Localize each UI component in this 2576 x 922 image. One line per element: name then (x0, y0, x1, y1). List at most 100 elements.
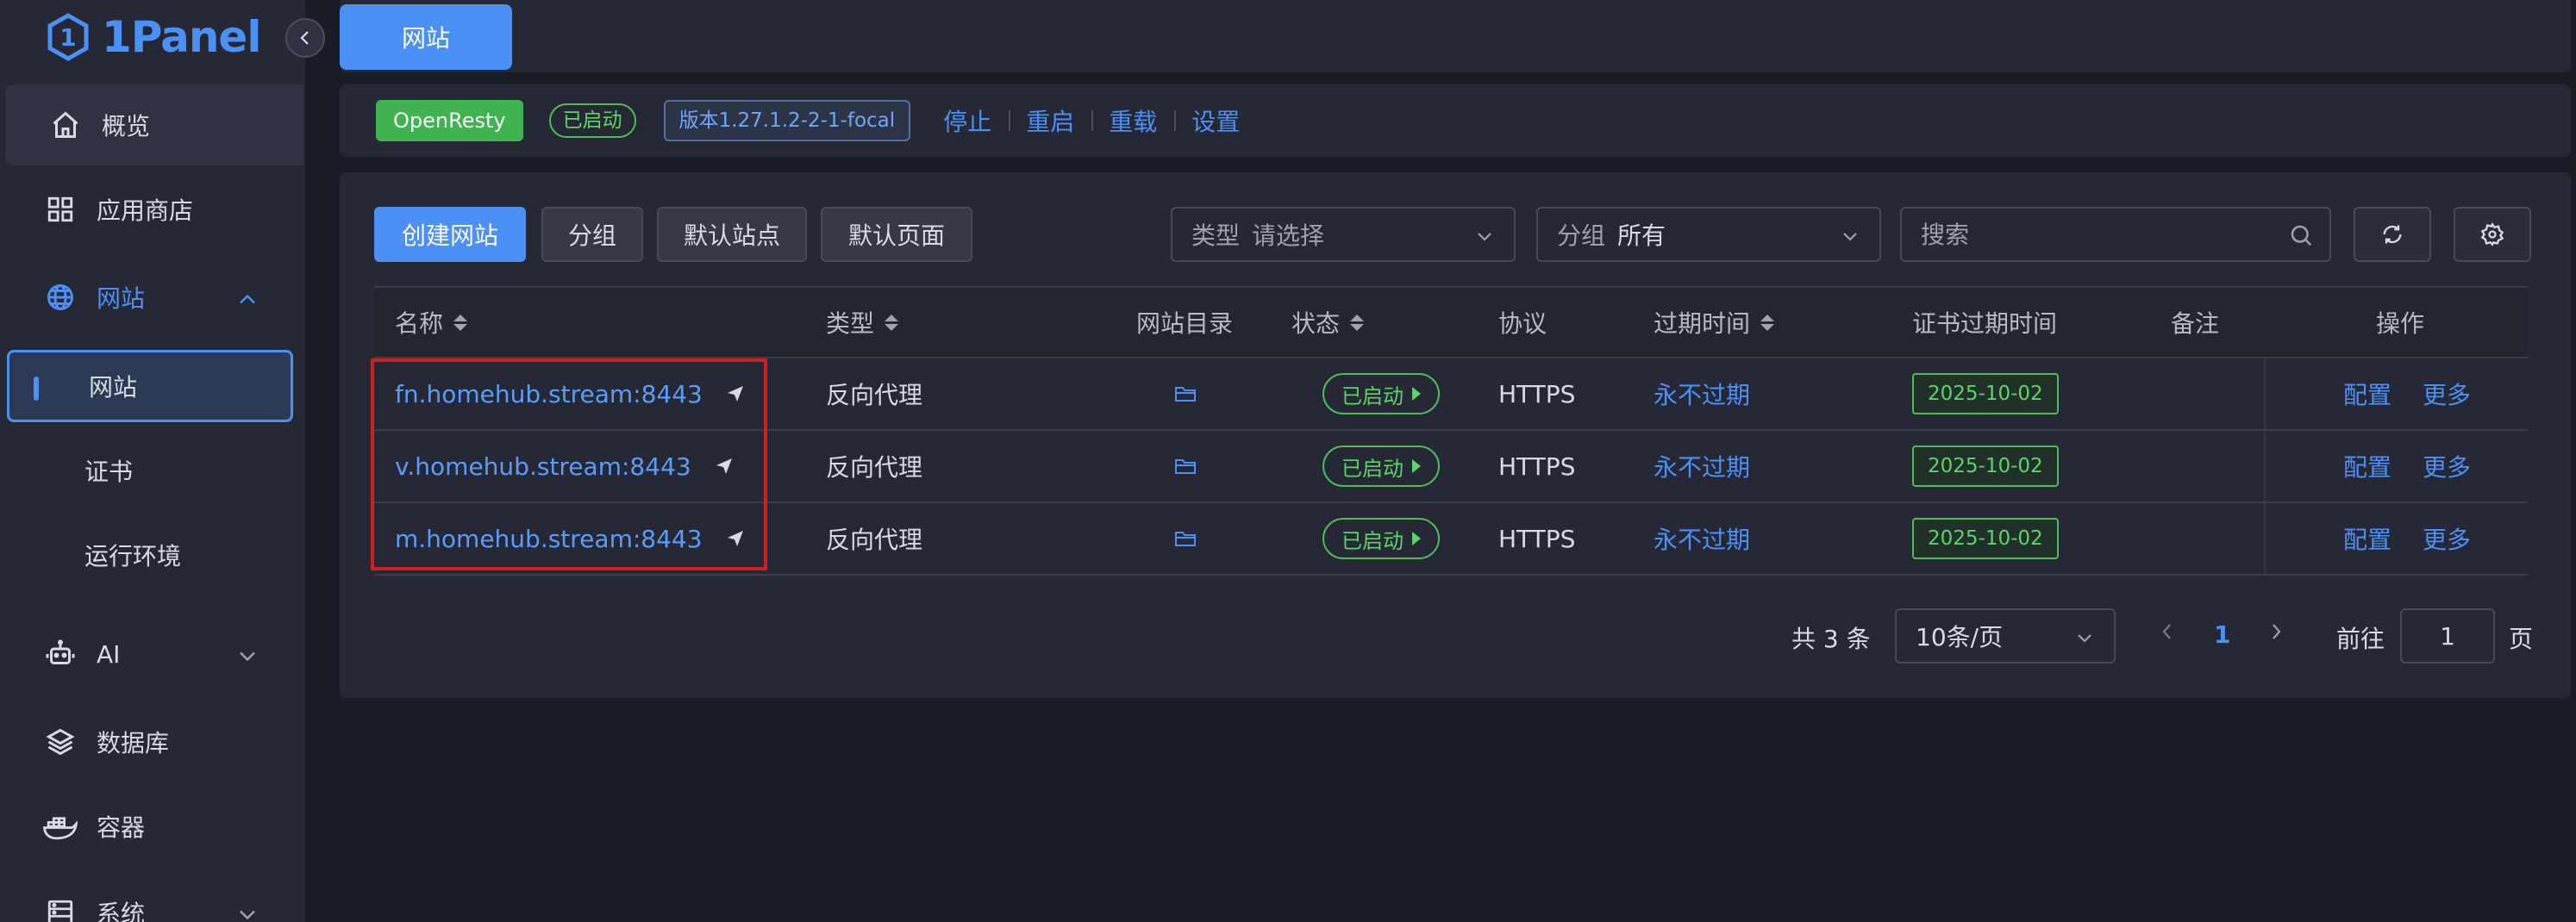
header-expire-label: 过期时间 (1654, 309, 1751, 338)
site-name-cell: v.homehub.stream:8443 (395, 431, 735, 501)
search-input[interactable] (1902, 209, 2329, 260)
header-type-label: 类型 (826, 309, 875, 338)
type-select[interactable]: 类型 请选择 (1171, 207, 1516, 262)
status-toggle-button[interactable]: 已启动 (1322, 518, 1440, 559)
home-icon (48, 108, 83, 142)
status-toggle-button[interactable]: 已启动 (1322, 445, 1440, 487)
header-name-label: 名称 (395, 309, 444, 338)
folder-icon[interactable] (1174, 431, 1197, 501)
table-header: 名称 类型 网站目录 状态 协议 过期时间 证书过期时间 备注 操作 (374, 286, 2528, 358)
sidebar-item-ai[interactable]: AI (0, 614, 305, 695)
layers-icon (43, 725, 78, 759)
site-name-link[interactable]: m.homehub.stream:8443 (395, 525, 703, 553)
prev-page-button[interactable] (2159, 620, 2176, 649)
default-site-button[interactable]: 默认站点 (657, 207, 807, 262)
cert-expire-cell: 2025-10-02 (1912, 503, 2059, 574)
stop-button[interactable]: 停止 (926, 103, 1009, 138)
chevron-down-icon (1840, 224, 1860, 252)
refresh-button[interactable] (2354, 207, 2431, 262)
sidebar-collapse-button[interactable] (285, 18, 325, 58)
send-icon[interactable] (714, 456, 735, 477)
site-name-link[interactable]: fn.homehub.stream:8443 (395, 380, 703, 408)
site-type-cell: 反向代理 (826, 526, 923, 554)
sidebar-subitem-runtime[interactable]: 运行环境 (0, 520, 305, 589)
default-page-button[interactable]: 默认页面 (821, 207, 972, 262)
site-status-cell: 已启动 (1322, 358, 1440, 429)
tab-bar: 网站 (340, 0, 2571, 72)
sidebar-item-overview[interactable]: 概览 (5, 84, 303, 165)
more-link[interactable]: 更多 (2423, 358, 2471, 429)
sidebar-item-website[interactable]: 网站 (0, 257, 305, 338)
play-icon (1412, 459, 1421, 473)
restart-button[interactable]: 重启 (1009, 103, 1091, 138)
grid-icon (43, 192, 78, 227)
more-link[interactable]: 更多 (2423, 503, 2471, 574)
more-link[interactable]: 更多 (2423, 431, 2471, 501)
chevron-down-icon (2074, 626, 2095, 654)
play-icon (1412, 532, 1421, 545)
send-icon[interactable] (725, 383, 746, 404)
send-icon[interactable] (725, 528, 746, 549)
sidebar-item-app-store[interactable]: 应用商店 (0, 169, 305, 250)
header-remark: 备注 (2171, 309, 2220, 338)
create-website-button[interactable]: 创建网站 (374, 207, 526, 262)
folder-icon[interactable] (1174, 358, 1197, 429)
config-link[interactable]: 配置 (2343, 431, 2392, 501)
group-select[interactable]: 分组 所有 (1536, 207, 1881, 262)
table-settings-button[interactable] (2454, 207, 2531, 262)
header-name[interactable]: 名称 (395, 288, 468, 357)
header-protocol: 协议 (1498, 309, 1547, 338)
sidebar-item-label: 概览 (102, 112, 151, 140)
app-status-badge: 已启动 (548, 103, 636, 138)
expire-link[interactable]: 永不过期 (1654, 503, 1750, 574)
site-name-link[interactable]: v.homehub.stream:8443 (395, 452, 691, 481)
page-size-value: 10条/页 (1916, 623, 2004, 651)
reload-button[interactable]: 重载 (1091, 103, 1174, 138)
website-table: 名称 类型 网站目录 状态 协议 过期时间 证书过期时间 备注 操作 fn.ho… (374, 286, 2528, 576)
expire-link[interactable]: 永不过期 (1654, 358, 1750, 429)
sidebar-item-system[interactable]: 系统 (0, 872, 305, 922)
cert-expire-badge: 2025-10-02 (1912, 373, 2059, 414)
config-link[interactable]: 配置 (2343, 503, 2392, 574)
status-toggle-button[interactable]: 已启动 (1322, 373, 1440, 414)
page-suffix-label: 页 (2509, 625, 2534, 653)
next-page-button[interactable] (2267, 620, 2285, 649)
sidebar-item-database[interactable]: 数据库 (0, 701, 305, 782)
header-cert-expire: 证书过期时间 (1912, 309, 2058, 338)
expire-link[interactable]: 永不过期 (1654, 431, 1750, 501)
config-link[interactable]: 配置 (2343, 358, 2392, 429)
folder-icon[interactable] (1174, 503, 1197, 574)
cert-expire-cell: 2025-10-02 (1912, 358, 2059, 429)
app-status-bar: OpenResty 已启动 版本1.27.1.2-2-1-focal 停止 重启… (340, 84, 2571, 157)
sidebar-subitem-label: 运行环境 (84, 542, 182, 570)
logo-text: 1Panel (102, 12, 261, 62)
page-size-select[interactable]: 10条/页 (1895, 608, 2116, 663)
settings-link[interactable]: 设置 (1174, 103, 1257, 138)
sidebar-subitem-certificate[interactable]: 证书 (0, 436, 305, 505)
chevron-down-icon (238, 640, 257, 669)
header-ops: 操作 (2376, 309, 2425, 338)
type-select-prefix: 类型 (1191, 221, 1241, 250)
page-number-current[interactable]: 1 (2214, 620, 2230, 649)
tab-website[interactable]: 网站 (340, 4, 512, 70)
pagination: 共 3 条 10条/页 1 前往 页 (340, 608, 2571, 663)
goto-page-input[interactable] (2400, 608, 2495, 663)
protocol-cell: HTTPS (1498, 524, 1576, 553)
sidebar-subitem-website[interactable]: 网站 (7, 350, 293, 422)
sidebar: 1 1Panel 概览 应用商店 网站 网站 证书 运行环境 AI 数据库 容器… (0, 0, 305, 922)
sidebar-item-container[interactable]: 容器 (0, 786, 305, 867)
search-icon[interactable] (2288, 222, 2314, 252)
sort-icon (1350, 314, 1365, 331)
header-type[interactable]: 类型 (826, 288, 899, 357)
svg-text:1: 1 (59, 23, 76, 52)
chevron-down-icon (238, 899, 257, 922)
chevron-down-icon (1474, 224, 1495, 252)
sort-icon (1760, 314, 1775, 331)
header-expire[interactable]: 过期时间 (1654, 288, 1775, 357)
server-icon (43, 895, 78, 922)
site-type-cell: 反向代理 (826, 381, 923, 409)
sidebar-item-label: 容器 (97, 813, 146, 842)
header-status[interactable]: 状态 (1291, 288, 1365, 357)
group-button[interactable]: 分组 (541, 207, 643, 262)
site-type-cell: 反向代理 (826, 453, 923, 482)
